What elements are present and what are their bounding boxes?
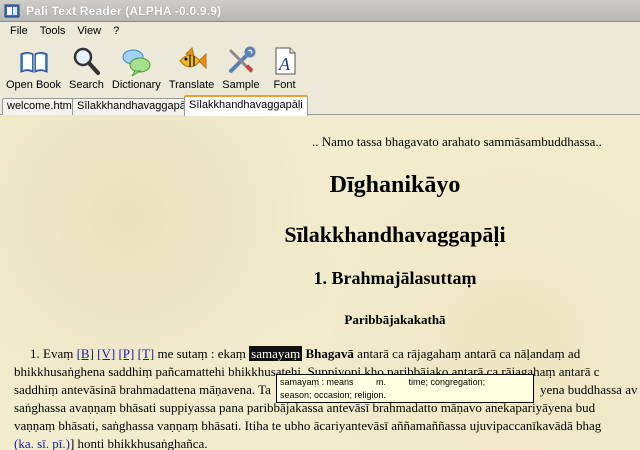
font-label: Font <box>273 79 296 91</box>
app-icon <box>4 4 20 17</box>
ref-ka-si-pi[interactable]: (ka. sī. pī.) <box>14 436 70 450</box>
tooltip-line-2: season; occasion; religion. <box>280 390 387 400</box>
paragraph-line-3: saddhiṃ antevāsinā brahmadattena māṇaven… <box>14 382 271 398</box>
title-bar: Pali Text Reader (ALPHA -0.0.9.9) <box>0 0 640 22</box>
heading-paribbajaka: Paribbājakakathā <box>344 312 446 327</box>
namo-line: .. Namo tassa bhagavato arahato sammāsam… <box>312 134 602 149</box>
dictionary-label: Dictionary <box>111 79 161 91</box>
tooltip-line-1: samayaṃ : means m. time; congregation; <box>280 377 486 387</box>
svg-text:A: A <box>278 54 291 74</box>
sample-button[interactable]: Sample <box>218 40 263 91</box>
magnifier-icon <box>74 47 101 75</box>
open-book-button[interactable]: Open Book <box>2 40 65 91</box>
font-icon: A <box>275 47 296 75</box>
text-me-sutam: me sutaṃ : ekaṃ <box>154 346 250 361</box>
text-bhagava: Bhagavā <box>305 346 354 361</box>
search-button[interactable]: Search <box>65 40 108 91</box>
ref-link-t[interactable]: [T] <box>138 346 155 361</box>
text-line3-a: saddhiṃ antevāsinā brahmadattena māṇaven… <box>14 382 271 397</box>
sample-label: Sample <box>222 79 260 91</box>
ref-link-b[interactable]: [B] <box>77 346 94 361</box>
heading-brahmajala: 1. Brahmajālasuttaṃ <box>313 268 477 288</box>
text-evam: 1. Evaṃ <box>30 346 77 361</box>
font-button[interactable]: A Font <box>264 40 306 91</box>
dictionary-tooltip: samayaṃ : means m. time; congregation; s… <box>276 374 534 403</box>
translate-label: Translate <box>168 79 215 91</box>
menu-tools[interactable]: Tools <box>34 25 72 37</box>
menu-bar: File Tools View ? <box>0 22 640 40</box>
tab-bar: welcome.htm Sīlakkhandhavaggapāḷi Sīlakk… <box>0 95 640 116</box>
menu-file[interactable]: File <box>4 25 34 37</box>
paragraph-line-6: (ka. sī. pī.)] honti bhikkhusaṅghañca. <box>14 436 208 450</box>
fish-icon <box>178 47 207 70</box>
heading-silakkhandha: Sīlakkhandhavaggapāḷi <box>284 222 506 247</box>
ref-link-p[interactable]: [P] <box>118 346 134 361</box>
dictionary-button[interactable]: Dictionary <box>108 40 165 91</box>
open-book-label: Open Book <box>6 79 62 91</box>
translate-button[interactable]: Translate <box>165 40 218 91</box>
paragraph-line-1: 1. Evaṃ [B] [V] [P] [T] me sutaṃ : ekaṃ … <box>30 346 580 362</box>
menu-help[interactable]: ? <box>107 25 125 37</box>
text-line1-end: antarā ca rājagahaṃ antarā ca nāḷandaṃ a… <box>353 346 581 361</box>
selected-word[interactable]: samayaṃ <box>249 346 303 361</box>
search-label: Search <box>69 79 104 91</box>
speech-bubbles-icon <box>122 49 151 77</box>
document-view[interactable]: .. Namo tassa bhagavato arahato sammāsam… <box>0 116 640 450</box>
text-line6-end: ] honti bhikkhusaṅghañca. <box>69 436 208 450</box>
paragraph-line-3-end: yena buddhassa av <box>540 382 638 397</box>
menu-view[interactable]: View <box>71 25 107 37</box>
ref-link-v[interactable]: [V] <box>97 346 115 361</box>
heading-dighanikayo: Dīghanikāyo <box>329 172 461 198</box>
tab-welcome[interactable]: welcome.htm <box>2 98 77 115</box>
paragraph-line-5: vaṇṇaṃ bhāsati, saṅghassa vaṇṇaṃ bhāsati… <box>14 418 602 433</box>
toolbar: Open Book Search Dictionary Translate Sa… <box>0 40 640 94</box>
window-title: Pali Text Reader (ALPHA -0.0.9.9) <box>26 3 222 18</box>
tools-icon <box>228 46 256 73</box>
tab-silakkhandha-2[interactable]: Sīlakkhandhavaggapāḷi <box>184 95 308 116</box>
open-book-icon <box>20 52 48 73</box>
tab-silakkhandha-1[interactable]: Sīlakkhandhavaggapāḷi <box>72 98 196 115</box>
